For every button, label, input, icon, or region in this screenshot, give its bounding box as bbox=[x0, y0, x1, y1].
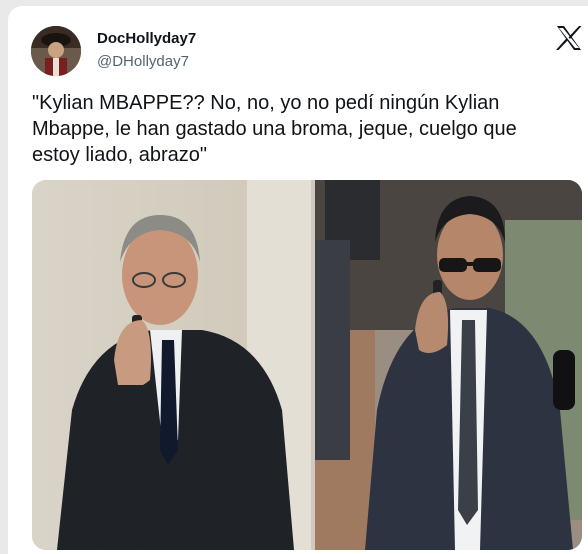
media-photo-left[interactable] bbox=[32, 180, 311, 550]
tweet-text: "Kylian MBAPPE?? No, no, yo no pedí ning… bbox=[32, 92, 517, 166]
profile-avatar[interactable] bbox=[31, 26, 81, 76]
author-handle[interactable]: @DHollyday7 bbox=[97, 53, 189, 70]
author-display-name[interactable]: DocHollyday7 bbox=[97, 30, 196, 47]
avatar-image bbox=[31, 26, 81, 76]
tweet-media[interactable] bbox=[32, 180, 582, 550]
x-logo-icon[interactable] bbox=[556, 26, 582, 50]
media-photo-right[interactable] bbox=[315, 180, 582, 550]
tweet-card: DocHollyday7 @DHollyday7 "Kylian MBAPPE?… bbox=[8, 6, 588, 554]
